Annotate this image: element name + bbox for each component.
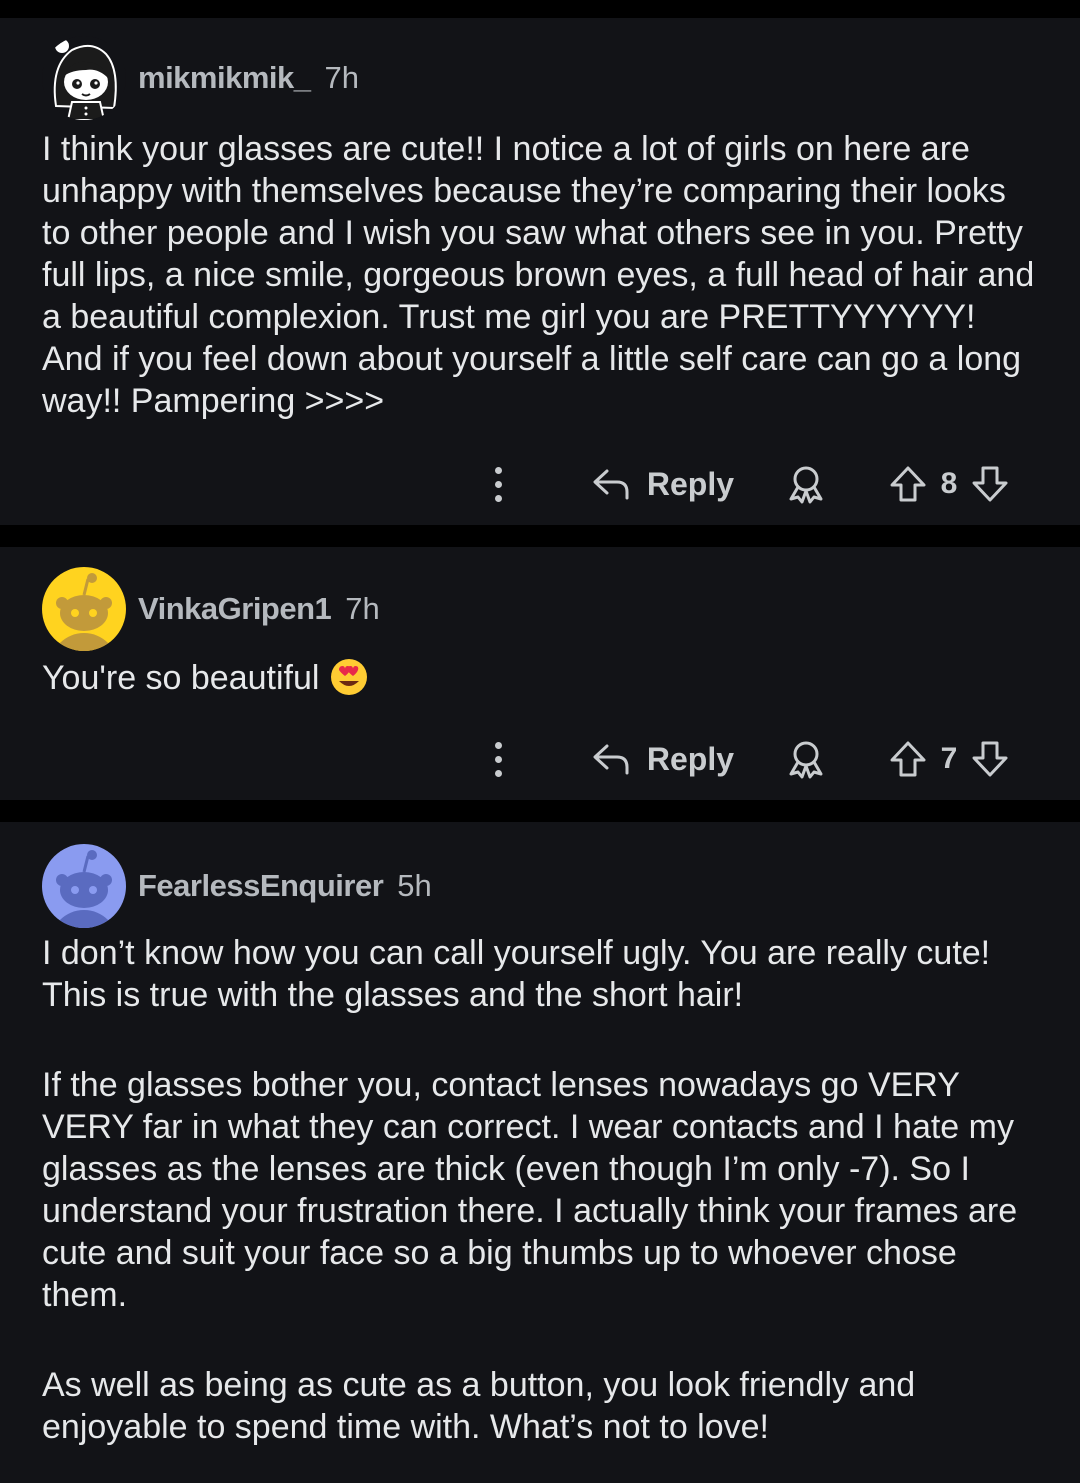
comment-header: VinkaGripen1 7h — [42, 567, 380, 651]
snoo-avatar-icon — [54, 850, 114, 928]
comment-paragraph: As well as being as cute as a button, yo… — [42, 1366, 916, 1446]
comment-actions: Reply 7 — [479, 729, 1010, 789]
comment-body: You're so beautiful — [42, 657, 1042, 699]
reply-button[interactable]: Reply — [591, 741, 734, 778]
vote-score: 8 — [940, 467, 958, 500]
upvote-icon[interactable] — [888, 464, 928, 504]
comment-body: I think your glasses are cute!! I notice… — [42, 128, 1042, 422]
reply-label: Reply — [646, 465, 734, 502]
comment-card: VinkaGripen1 7h You're so beautiful Repl… — [0, 547, 1080, 800]
award-button[interactable] — [786, 464, 826, 504]
comment-card: FearlessEnquirer 5h I don’t know how you… — [0, 822, 1080, 1483]
timestamp: 7h — [324, 60, 359, 95]
award-icon — [789, 741, 823, 779]
award-button[interactable] — [786, 739, 826, 779]
downvote-icon[interactable] — [970, 739, 1010, 779]
more-options-icon[interactable] — [479, 729, 519, 789]
reply-arrow-icon — [593, 469, 629, 500]
heart-eyes-emoji-icon — [329, 657, 369, 697]
vote-controls: 8 — [888, 464, 1010, 504]
reply-arrow-icon — [593, 744, 629, 775]
reply-label: Reply — [646, 740, 734, 777]
timestamp: 5h — [397, 868, 432, 903]
timestamp: 7h — [345, 591, 380, 626]
comment-text-content: You're so beautiful — [42, 659, 320, 697]
comment-text: You're so beautiful — [42, 657, 1042, 699]
downvote-icon[interactable] — [970, 464, 1010, 504]
reply-button[interactable]: Reply — [591, 466, 734, 503]
comment-paragraph: I don’t know how you can call yourself u… — [42, 934, 991, 1014]
anime-avatar-icon — [53, 39, 117, 120]
upvote-icon[interactable] — [888, 739, 928, 779]
avatar[interactable] — [42, 567, 126, 651]
snoo-avatar-icon — [54, 573, 114, 651]
award-icon — [789, 466, 823, 504]
comment-meta: VinkaGripen1 7h — [138, 591, 380, 627]
comment-header: FearlessEnquirer 5h — [42, 844, 432, 928]
comment-meta: FearlessEnquirer 5h — [138, 868, 432, 904]
comment-paragraph: If the glasses bother you, contact lense… — [42, 1066, 1018, 1314]
more-options-icon[interactable] — [479, 454, 519, 514]
username[interactable]: mikmikmik_ — [138, 60, 311, 96]
username[interactable]: FearlessEnquirer — [138, 868, 384, 904]
vote-score: 7 — [940, 742, 958, 775]
comment-header: mikmikmik_ 7h — [42, 36, 359, 120]
avatar[interactable] — [42, 844, 126, 928]
username[interactable]: VinkaGripen1 — [138, 591, 332, 627]
comment-meta: mikmikmik_ 7h — [138, 60, 359, 96]
comment-text: I think your glasses are cute!! I notice… — [42, 130, 1035, 420]
vote-controls: 7 — [888, 739, 1010, 779]
comment-card: mikmikmik_ 7h I think your glasses are c… — [0, 18, 1080, 525]
avatar[interactable] — [42, 36, 126, 120]
comment-actions: Reply 8 — [479, 454, 1010, 514]
comment-body: I don’t know how you can call yourself u… — [42, 932, 1042, 1448]
